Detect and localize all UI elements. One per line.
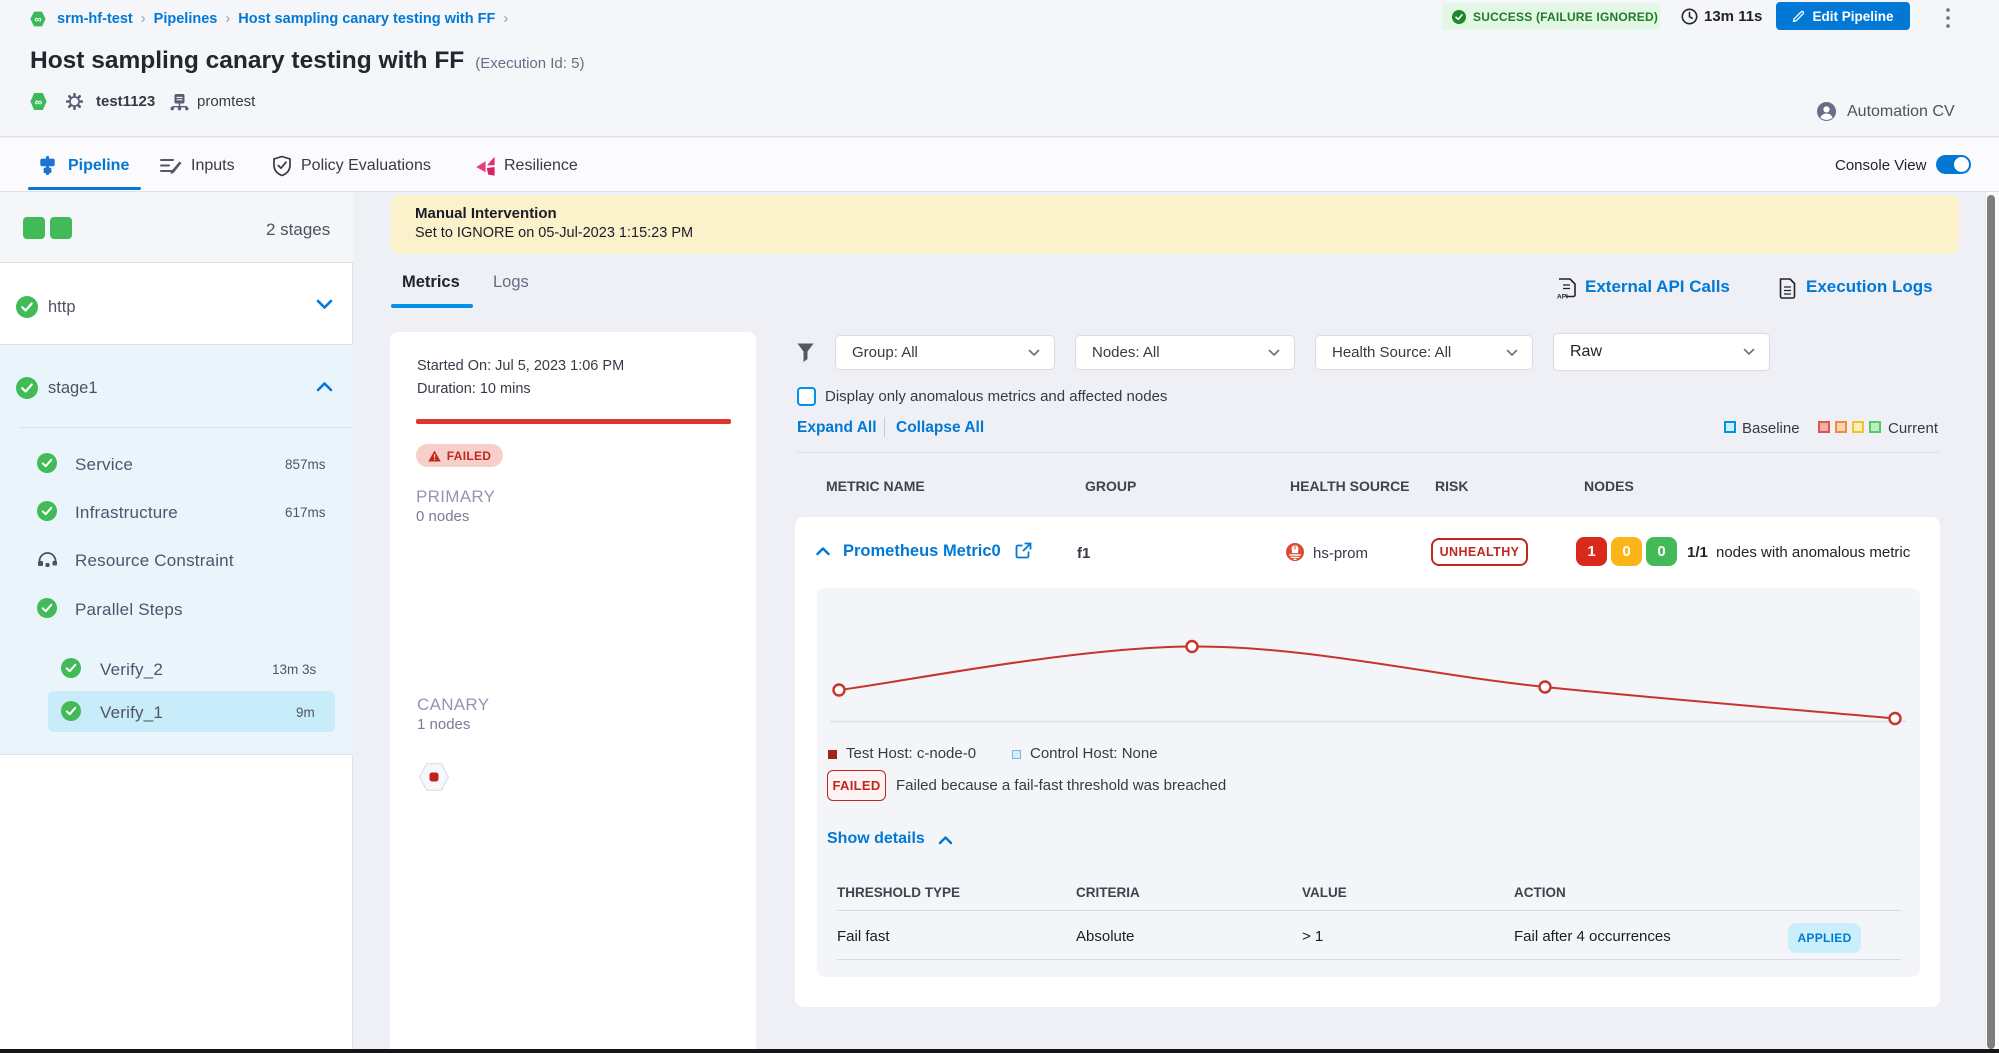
svg-text:∞: ∞ [35,97,43,109]
svg-text:API: API [1557,294,1568,300]
svg-text:∞: ∞ [34,15,41,26]
